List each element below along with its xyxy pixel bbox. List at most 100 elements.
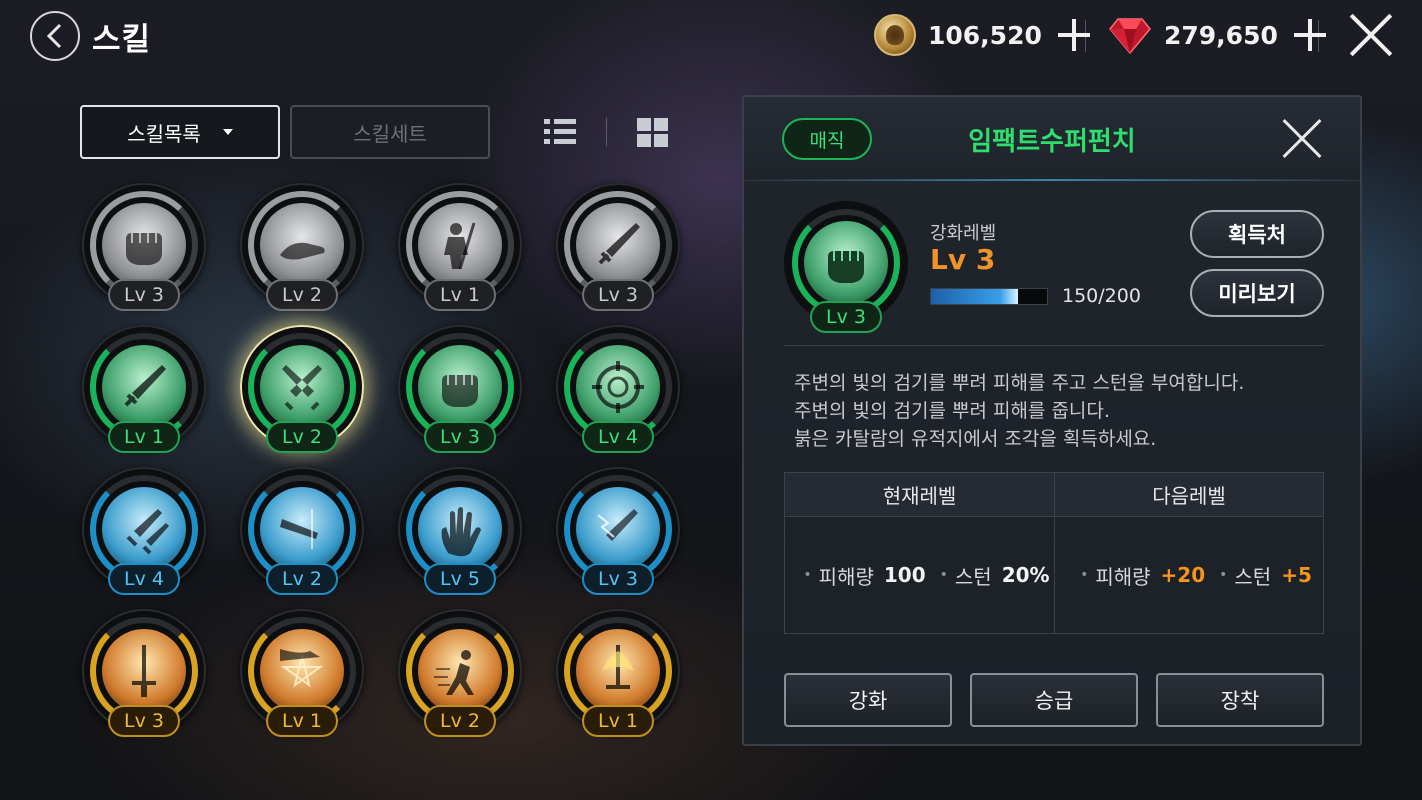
back-button[interactable] <box>30 11 80 61</box>
promote-button[interactable]: 승급 <box>970 673 1138 727</box>
pentagram-kick-icon <box>280 649 324 688</box>
dagger-strike-icon <box>280 509 318 549</box>
level-badge: Lv 2 <box>424 705 496 737</box>
level-badge: Lv 5 <box>424 563 496 595</box>
chevron-left-icon <box>46 23 62 49</box>
skill-slot[interactable]: Lv 3 <box>556 183 680 311</box>
enhance-level: Lv 3 <box>930 243 996 276</box>
exp-text: 150/200 <box>1062 285 1141 307</box>
kick-icon <box>280 242 325 260</box>
page-title: 스킬 <box>92 22 152 58</box>
ruby-gem-icon <box>1109 18 1151 55</box>
add-gems-button[interactable] <box>1293 19 1326 51</box>
level-stat-table: 현재레벨 다음레벨 • 피해량 100 • 스턴 20% • 피해량 +20 • 스턴 … <box>784 472 1324 634</box>
warrior-slash-icon <box>444 222 476 270</box>
divider <box>784 345 1324 346</box>
enhance-label: 강화레벨 <box>930 223 997 244</box>
skill-slot[interactable]: Lv 1 <box>398 183 522 311</box>
skill-slot[interactable]: Lv 2 <box>240 183 364 311</box>
gem-currency: 279,650 <box>1108 12 1326 58</box>
current-level-stats: • 피해량 100 • 스턴 20% <box>785 517 1054 633</box>
sword-icon <box>124 365 166 407</box>
level-badge: Lv 4 <box>582 421 654 453</box>
level-badge: Lv 3 <box>582 279 654 311</box>
grid-view-icon[interactable] <box>637 118 669 148</box>
exp-progress-bar <box>930 288 1048 305</box>
gem-amount: 279,650 <box>1164 20 1278 50</box>
level-badge: Lv 4 <box>108 563 180 595</box>
skill-slot[interactable]: Lv 3 <box>82 609 206 737</box>
level-badge: Lv 1 <box>108 421 180 453</box>
level-badge: Lv 3 <box>108 705 180 737</box>
skill-slot[interactable]: Lv 1 <box>82 325 206 453</box>
level-badge: Lv 2 <box>266 563 338 595</box>
damage-increase: +20 <box>1160 563 1206 587</box>
skill-slot[interactable]: Lv 1 <box>240 609 364 737</box>
skill-slot[interactable]: Lv 2 <box>240 467 364 595</box>
currency-divider <box>1318 20 1319 52</box>
description-line: 붉은 카탈람의 유적지에서 조각을 획득하세요. <box>794 428 1157 450</box>
crossed-swords-icon <box>282 365 322 411</box>
caret-down-icon <box>222 129 233 135</box>
gold-coin-icon <box>874 14 916 56</box>
exp-progress-fill <box>931 289 1018 304</box>
level-badge: Lv 1 <box>582 705 654 737</box>
damage-value: 100 <box>883 563 926 587</box>
skill-slot[interactable]: Lv 4 <box>556 325 680 453</box>
fist-icon <box>442 375 478 407</box>
gold-amount: 106,520 <box>928 20 1042 50</box>
description-line: 주변의 빛의 검기를 뿌려 피해를 주고 스턴을 부여합니다. <box>794 372 1245 394</box>
gold-currency: 106,520 <box>874 12 1090 58</box>
selected-skill-icon: Lv 3 <box>784 201 908 333</box>
description-line: 주변의 빛의 검기를 뿌려 피해를 줍니다. <box>794 400 1110 422</box>
list-view-icon[interactable] <box>544 118 576 146</box>
currency-divider <box>1085 20 1086 52</box>
skill-detail-panel: 매직 임팩트수퍼펀치 Lv 3 강화레벨 Lv 3 150/200 획득처 미리… <box>742 95 1362 746</box>
tab-skill-list[interactable]: 스킬목록 <box>80 105 280 159</box>
flame-sword-icon <box>602 645 634 689</box>
twin-daggers-icon <box>126 509 169 555</box>
top-bar: 스킬 106,520 279,650 <box>0 0 1422 72</box>
level-badge: Lv 1 <box>424 279 496 311</box>
level-badge: Lv 2 <box>266 279 338 311</box>
damage-label: 피해량 <box>1095 564 1151 589</box>
fist-icon <box>126 233 162 265</box>
next-level-stats: • 피해량 +20 • 스턴 +5 <box>1055 517 1323 633</box>
source-button[interactable]: 획득처 <box>1190 210 1324 258</box>
skill-slot[interactable]: Lv 2 <box>240 325 364 453</box>
equip-button[interactable]: 장착 <box>1156 673 1324 727</box>
level-badge: Lv 3 <box>424 421 496 453</box>
stun-label: 스턴 <box>954 564 992 589</box>
skill-slot[interactable]: Lv 3 <box>82 183 206 311</box>
open-hand-icon <box>441 507 481 557</box>
skill-slot[interactable]: Lv 3 <box>556 467 680 595</box>
tab-label: 스킬세트 <box>353 121 427 146</box>
level-badge: Lv 3 <box>108 279 180 311</box>
level-badge: Lv 3 <box>582 563 654 595</box>
skill-slot[interactable]: Lv 1 <box>556 609 680 737</box>
level-badge: Lv 3 <box>810 301 882 333</box>
skill-description: 주변의 빛의 검기를 뿌려 피해를 주고 스턴을 부여합니다. 주변의 빛의 검… <box>794 369 1244 453</box>
skill-name: 임팩트수퍼펀치 <box>968 127 1136 157</box>
current-level-header: 현재레벨 <box>785 473 1054 517</box>
lightning-sword-icon <box>597 509 638 541</box>
close-icon[interactable] <box>1282 119 1322 159</box>
dash-icon <box>434 650 474 695</box>
skill-slot[interactable]: Lv 3 <box>398 325 522 453</box>
close-icon[interactable] <box>1348 12 1394 58</box>
skill-slot[interactable]: Lv 4 <box>82 467 206 595</box>
skill-slot[interactable]: Lv 2 <box>398 609 522 737</box>
preview-button[interactable]: 미리보기 <box>1190 269 1324 317</box>
stun-label: 스턴 <box>1234 564 1272 589</box>
panel-header: 매직 임팩트수퍼펀치 <box>744 97 1360 181</box>
fist-icon <box>828 251 864 283</box>
tab-skill-set[interactable]: 스킬세트 <box>290 105 490 159</box>
skill-slot[interactable]: Lv 5 <box>398 467 522 595</box>
sword-icon <box>598 223 640 265</box>
next-level-header: 다음레벨 <box>1055 473 1323 517</box>
enhance-button[interactable]: 강화 <box>784 673 952 727</box>
stun-increase: +5 <box>1281 563 1312 587</box>
level-badge: Lv 1 <box>266 705 338 737</box>
damage-label: 피해량 <box>818 564 874 589</box>
view-divider <box>606 118 607 146</box>
